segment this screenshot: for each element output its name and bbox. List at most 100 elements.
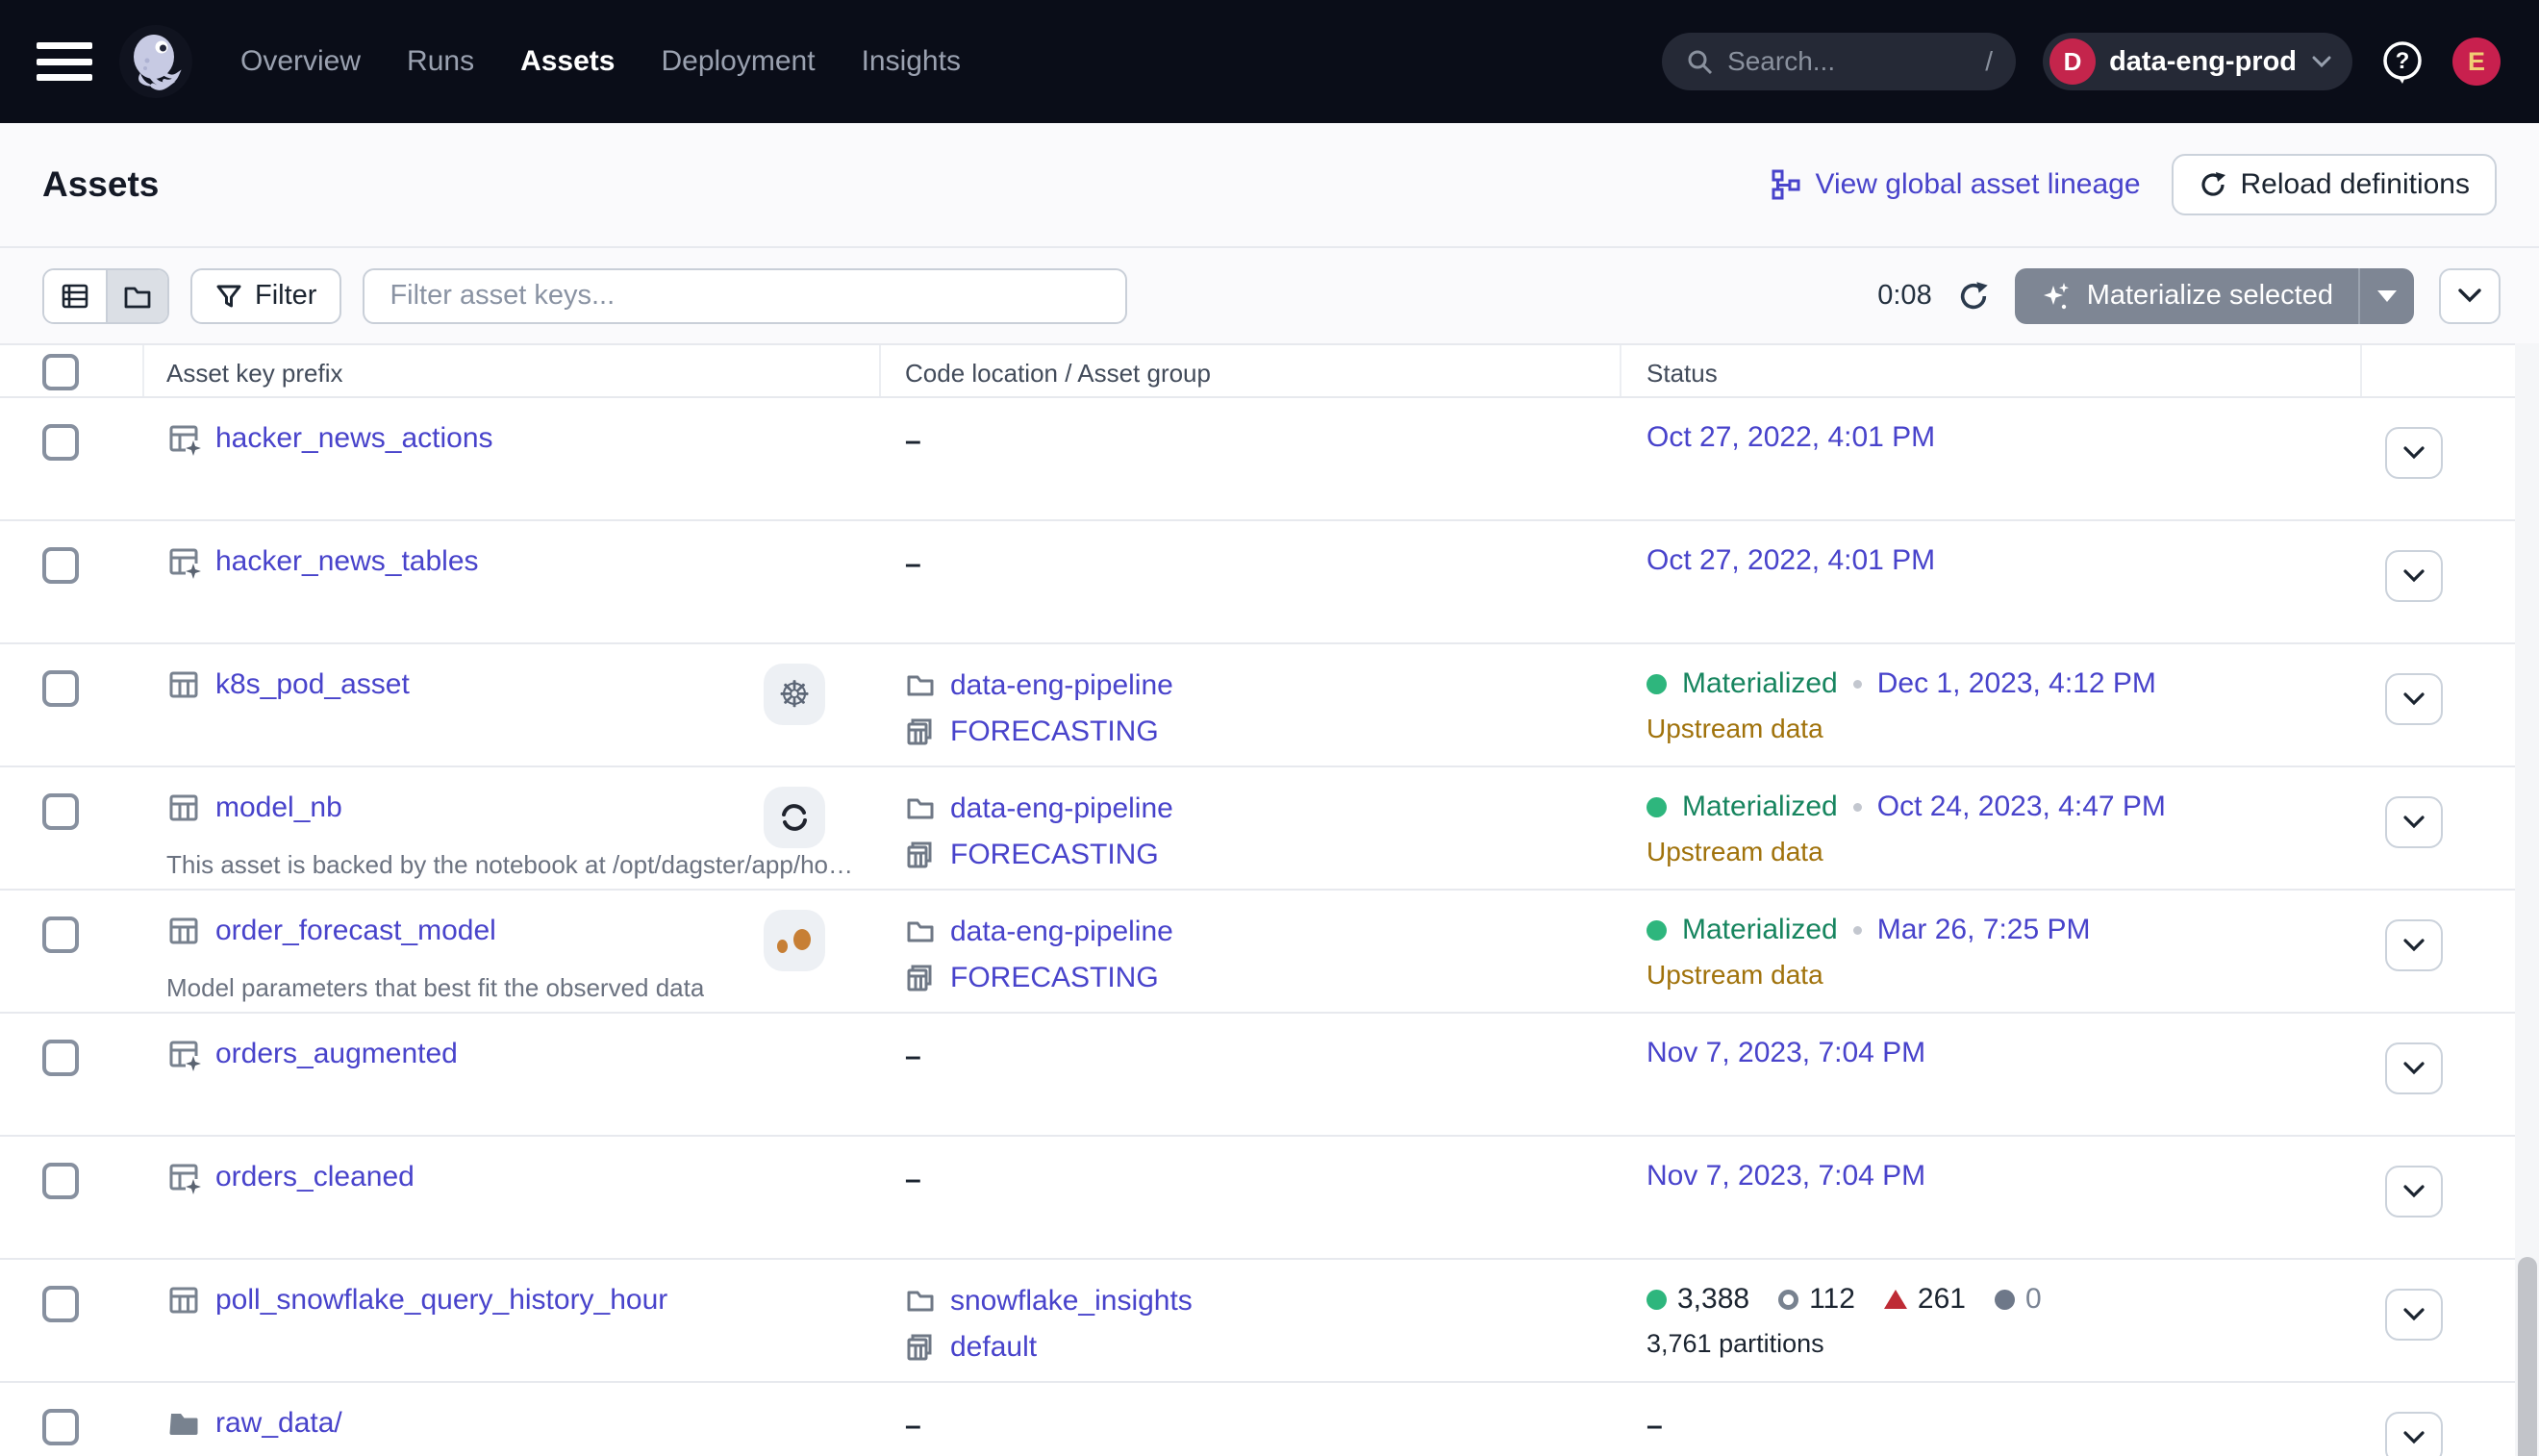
asset-group-link[interactable]: FORECASTING <box>950 839 1159 871</box>
kubernetes-icon: ☸ <box>778 676 811 713</box>
table-row: order_forecast_model Model parameters th… <box>0 891 2515 1014</box>
asset-prefix-icon <box>166 1160 201 1194</box>
partitions-count: 3,761 partitions <box>1647 1329 1824 1359</box>
materialization-date-link[interactable]: Nov 7, 2023, 7:04 PM <box>1647 1037 1925 1069</box>
assets-table: Asset key prefix Code location / Asset g… <box>0 343 2515 1456</box>
sparkles-icon <box>2040 280 2073 313</box>
row-checkbox[interactable] <box>42 1163 79 1199</box>
materialization-date-link[interactable]: Mar 26, 7:25 PM <box>1877 914 2091 946</box>
asset-prefix-icon <box>166 544 201 579</box>
column-code-location: Code location / Asset group <box>905 359 1211 389</box>
funnel-icon <box>215 283 242 310</box>
filter-button[interactable]: Filter <box>190 268 341 324</box>
materialize-selected-button[interactable]: Materialize selected <box>2015 268 2414 324</box>
table-icon <box>166 1283 201 1318</box>
nav-runs[interactable]: Runs <box>407 45 474 78</box>
table-row: orders_augmented – Nov 7, 2023, 7:04 PM <box>0 1014 2515 1137</box>
table-row: hacker_news_tables – Oct 27, 2022, 4:01 … <box>0 521 2515 644</box>
expand-row-button[interactable] <box>2385 427 2443 479</box>
count-value: 0 <box>2025 1283 2042 1316</box>
count-value: 3,388 <box>1677 1283 1749 1316</box>
asset-name-link[interactable]: hacker_news_tables <box>215 545 479 578</box>
expand-row-button[interactable] <box>2385 1042 2443 1094</box>
refresh-countdown: 0:08 <box>1877 280 1931 312</box>
materialized-dot-icon <box>1647 674 1667 694</box>
empty-location: – <box>905 1410 921 1443</box>
asset-name-link[interactable]: orders_augmented <box>215 1038 458 1070</box>
expand-row-button[interactable] <box>2385 550 2443 602</box>
expand-row-button[interactable] <box>2385 1166 2443 1218</box>
asset-name-link[interactable]: model_nb <box>215 791 342 824</box>
filter-asset-keys-input[interactable] <box>363 268 1127 324</box>
scrollbar-track[interactable] <box>2515 343 2539 1456</box>
row-checkbox[interactable] <box>42 670 79 707</box>
materialize-options-dropdown[interactable] <box>2360 268 2414 324</box>
refresh-icon[interactable] <box>1957 280 1990 313</box>
menu-icon[interactable] <box>37 42 92 81</box>
asset-name-link[interactable]: order_forecast_model <box>215 915 496 947</box>
nav-insights[interactable]: Insights <box>862 45 961 78</box>
materialization-date-link[interactable]: Oct 27, 2022, 4:01 PM <box>1647 544 1935 577</box>
asset-name-link[interactable]: k8s_pod_asset <box>215 668 410 701</box>
row-checkbox[interactable] <box>42 424 79 461</box>
search-shortcut-hint: / <box>1985 46 1993 77</box>
user-avatar[interactable]: E <box>2452 38 2501 86</box>
dot-gray-icon <box>1995 1290 2015 1310</box>
asset-group-link[interactable]: FORECASTING <box>950 715 1159 748</box>
asset-prefix-icon <box>166 1037 201 1071</box>
lineage-graph-icon <box>1771 169 1801 200</box>
folder-view-button[interactable] <box>106 270 167 322</box>
view-global-asset-lineage-link[interactable]: View global asset lineage <box>1771 168 2140 201</box>
materialization-date-link[interactable]: Oct 24, 2023, 4:47 PM <box>1877 791 2166 823</box>
row-checkbox[interactable] <box>42 793 79 830</box>
dagster-logo-icon[interactable] <box>119 25 192 98</box>
expand-row-button[interactable] <box>2385 1289 2443 1341</box>
help-icon[interactable]: ? <box>2379 38 2426 85</box>
separator-dot <box>1853 680 1862 689</box>
asset-name-link[interactable]: poll_snowflake_query_history_hour <box>215 1284 667 1317</box>
row-checkbox[interactable] <box>42 916 79 953</box>
asset-group-icon <box>905 716 936 747</box>
nav-assets[interactable]: Assets <box>520 45 615 78</box>
code-location-link[interactable]: data-eng-pipeline <box>950 669 1173 702</box>
code-location-link[interactable]: data-eng-pipeline <box>950 916 1173 948</box>
global-search-input[interactable]: Search... / <box>1662 33 2016 90</box>
code-location-link[interactable]: data-eng-pipeline <box>950 792 1173 825</box>
code-location-link[interactable]: snowflake_insights <box>950 1285 1193 1318</box>
table-row: raw_data/ – – <box>0 1383 2515 1456</box>
asset-group-link[interactable]: FORECASTING <box>950 962 1159 994</box>
count-item: 112 <box>1778 1283 1855 1316</box>
row-checkbox[interactable] <box>42 547 79 584</box>
integration-badge: ☸ <box>764 664 825 725</box>
asset-name-link[interactable]: raw_data/ <box>215 1407 342 1440</box>
noteable-icon <box>775 921 814 960</box>
materialization-date-link[interactable]: Dec 1, 2023, 4:12 PM <box>1877 667 2156 700</box>
deployment-switcher[interactable]: D data-eng-prod <box>2043 33 2352 90</box>
ring-icon <box>1778 1290 1798 1310</box>
asset-name-link[interactable]: orders_cleaned <box>215 1161 415 1193</box>
folder-icon <box>166 1406 201 1441</box>
expand-row-button[interactable] <box>2385 673 2443 725</box>
asset-group-link[interactable]: default <box>950 1331 1037 1364</box>
count-value: 112 <box>1809 1283 1855 1316</box>
asset-name-link[interactable]: hacker_news_actions <box>215 422 493 455</box>
scrollbar-thumb[interactable] <box>2518 1257 2537 1456</box>
deployment-name: data-eng-prod <box>2109 46 2297 78</box>
row-checkbox[interactable] <box>42 1286 79 1322</box>
nav-deployment[interactable]: Deployment <box>661 45 815 78</box>
select-all-checkbox[interactable] <box>42 354 79 390</box>
materialization-date-link[interactable]: Oct 27, 2022, 4:01 PM <box>1647 421 1935 454</box>
reload-definitions-button[interactable]: Reload definitions <box>2172 154 2498 215</box>
expand-row-button[interactable] <box>2385 796 2443 848</box>
expand-row-button[interactable] <box>2385 1412 2443 1456</box>
collapse-all-button[interactable] <box>2439 268 2501 324</box>
row-checkbox[interactable] <box>42 1409 79 1445</box>
expand-row-button[interactable] <box>2385 919 2443 971</box>
asset-prefix-icon <box>166 421 201 456</box>
materialization-date-link[interactable]: Nov 7, 2023, 7:04 PM <box>1647 1160 1925 1192</box>
row-checkbox[interactable] <box>42 1040 79 1076</box>
list-view-button[interactable] <box>44 270 106 322</box>
nav-overview[interactable]: Overview <box>240 45 361 78</box>
integration-badge <box>764 910 825 971</box>
materialized-dot-icon <box>1647 797 1667 817</box>
